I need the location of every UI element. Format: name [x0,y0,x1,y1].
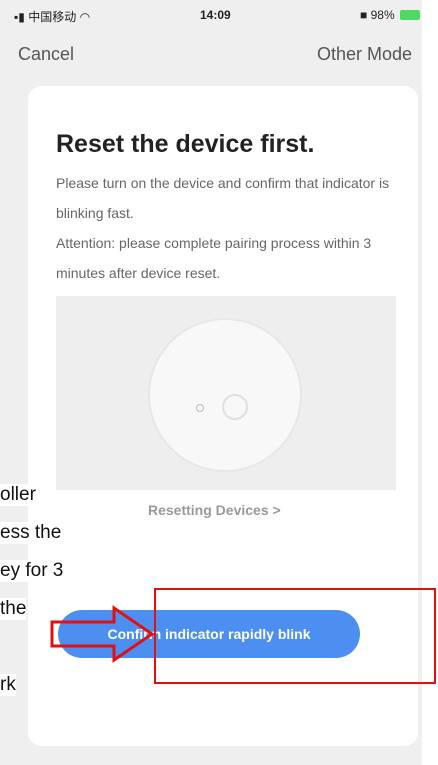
page-title: Reset the device first. [56,130,315,158]
battery-icon: ■ [360,8,368,22]
other-mode-button[interactable]: Other Mode [317,44,412,65]
carrier-label: 中国移动 [28,10,77,24]
status-time: 14:09 [200,8,231,22]
battery-fill-icon [399,10,420,20]
overlay-fragment: the [0,598,27,620]
overlay-fragment: ess the [0,522,62,544]
annotation-highlight [154,588,436,684]
status-bar: ▪▮ 中国移动 ◠ 14:09 ■ 98% [0,0,438,28]
attention-text: Attention: please complete pairing proce… [56,235,372,281]
overlay-fragment: ey for 3 [0,560,64,582]
device-image [148,318,302,472]
signal-icon: ▪▮ [14,10,29,24]
battery-indicator: ■ 98% [360,8,420,22]
carrier-signal: ▪▮ 中国移动 ◠ [14,8,90,25]
resetting-devices-link[interactable]: Resetting Devices > [148,502,281,518]
overlay-fragment: rk [0,674,16,696]
overlay-fragment: oller [0,484,36,506]
cancel-button[interactable]: Cancel [18,44,74,65]
indicator-dot-icon [196,404,204,412]
wifi-icon: ◠ [79,10,91,24]
instruction-text: Please turn on the device and confirm th… [56,175,390,221]
annotation-arrow-icon [50,605,155,663]
battery-percent: 98% [370,8,395,22]
reset-button-icon [222,394,248,420]
